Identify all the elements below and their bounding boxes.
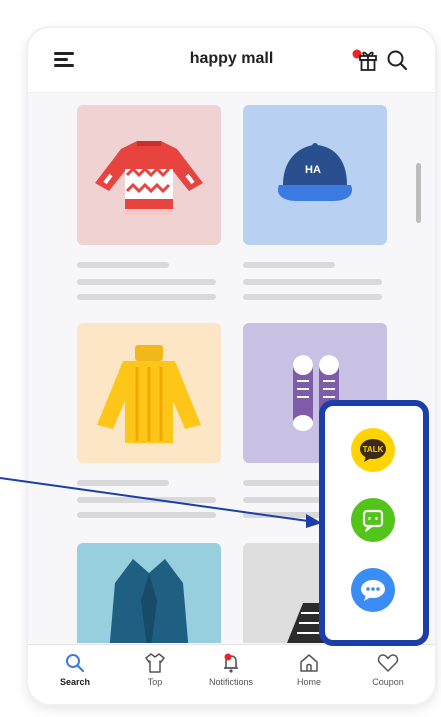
scrollbar[interactable] (416, 163, 421, 223)
knit-sweater-image (97, 345, 201, 443)
cap-image: HA (277, 143, 353, 201)
skeleton-line (77, 279, 216, 285)
tab-label: Search (59, 677, 91, 687)
bell-icon (224, 653, 238, 673)
kakaotalk-button[interactable]: TALK (351, 428, 395, 472)
gift-icon[interactable] (350, 48, 380, 72)
tab-search[interactable]: Search (35, 651, 115, 703)
tab-top[interactable]: Top (115, 651, 195, 703)
search-icon (66, 654, 85, 673)
tab-label: Notifictions (208, 677, 253, 687)
skeleton-line (77, 497, 216, 503)
skeleton-line (243, 294, 382, 300)
search-icon[interactable] (385, 48, 409, 72)
messenger-button[interactable] (351, 568, 395, 612)
product-card-cap[interactable]: HA (243, 105, 387, 245)
skeleton-line (77, 480, 169, 486)
bottom-tab-bar: Search Top Notifictions Home Coupon (28, 644, 435, 704)
home-icon (300, 654, 318, 672)
skeleton-line (243, 262, 335, 268)
tab-notifications[interactable]: Notifictions (191, 651, 271, 703)
tab-label: Home (296, 677, 321, 687)
tab-label: Coupon (372, 677, 404, 687)
coat-image (109, 559, 189, 643)
skeleton-line (77, 262, 169, 268)
tab-coupon[interactable]: Coupon (348, 651, 428, 703)
message-square-icon (362, 509, 384, 532)
product-card-knit-sweater[interactable] (77, 323, 221, 463)
talk-label: TALK (362, 445, 384, 454)
skeleton-line (77, 294, 216, 300)
product-card-coat[interactable] (77, 543, 221, 643)
chat-button[interactable] (351, 498, 395, 542)
speech-bubble-dots-icon (361, 580, 385, 601)
app-header: happy mall (28, 28, 435, 93)
skeleton-line (243, 279, 382, 285)
cap-logo-text: HA (305, 164, 321, 176)
shirt-icon (145, 653, 165, 673)
skeleton-line (77, 512, 216, 518)
product-card-sweater[interactable] (77, 105, 221, 245)
tab-label: Top (147, 677, 163, 687)
tab-home[interactable]: Home (269, 651, 349, 703)
heart-icon (377, 654, 399, 672)
floating-chat-panel: TALK (319, 400, 429, 646)
sweater-image (95, 141, 203, 215)
